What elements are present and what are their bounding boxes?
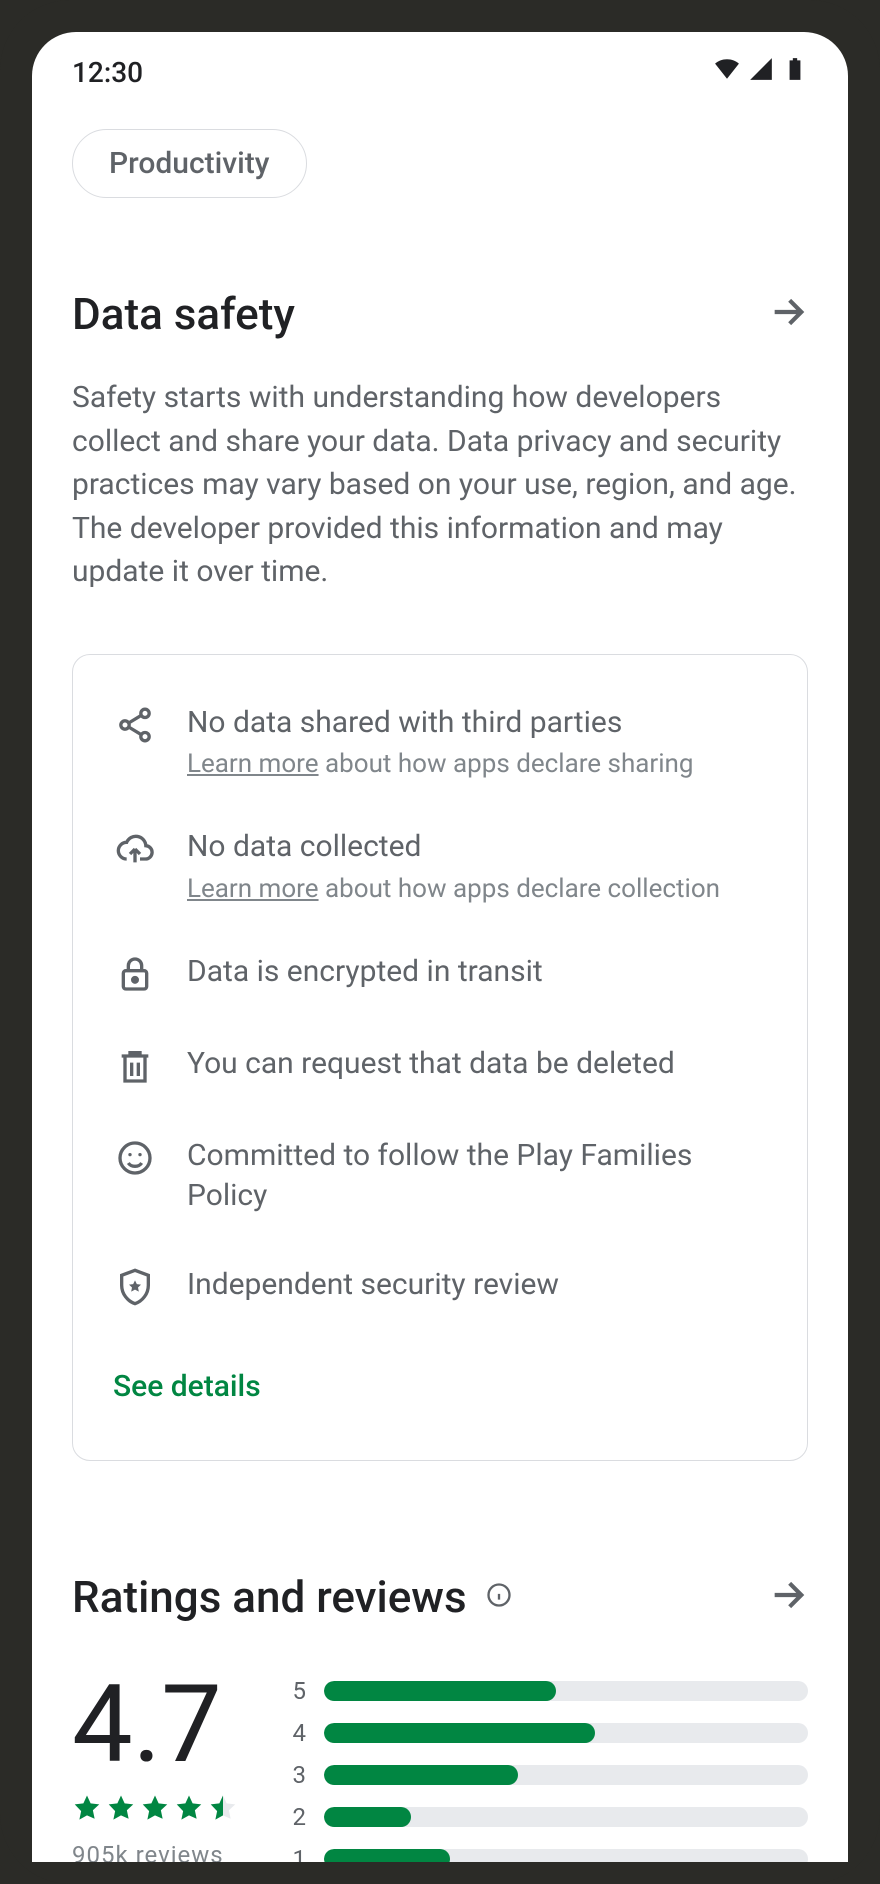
battery-icon bbox=[782, 56, 808, 89]
rating-bar-2: 2 bbox=[286, 1803, 808, 1831]
safety-item-title: You can request that data be deleted bbox=[187, 1044, 767, 1085]
bar-track bbox=[324, 1849, 808, 1863]
safety-item-sharing: No data shared with third parties Learn … bbox=[113, 703, 767, 780]
bar-track bbox=[324, 1807, 808, 1827]
ratings-score-block: 4.7 905k reviews bbox=[72, 1671, 238, 1863]
safety-item-delete: You can request that data be deleted bbox=[113, 1044, 767, 1088]
safety-item-title: No data collected bbox=[187, 827, 767, 868]
lock-icon bbox=[113, 952, 157, 996]
star-icon bbox=[106, 1793, 136, 1827]
bar-fill bbox=[324, 1765, 518, 1785]
ratings-score: 4.7 bbox=[72, 1671, 238, 1779]
signal-icon bbox=[748, 56, 774, 89]
bar-track bbox=[324, 1681, 808, 1701]
data-safety-body: Safety starts with understanding how dev… bbox=[72, 376, 808, 594]
wifi-icon bbox=[714, 56, 740, 89]
safety-item-title: Data is encrypted in transit bbox=[187, 952, 767, 993]
rating-bar-3: 3 bbox=[286, 1761, 808, 1789]
bar-fill bbox=[324, 1807, 411, 1827]
ratings-stars bbox=[72, 1793, 238, 1827]
safety-item-title: Committed to follow the Play Families Po… bbox=[187, 1136, 767, 1217]
shield-star-icon bbox=[113, 1265, 157, 1309]
see-details-link[interactable]: See details bbox=[113, 1369, 767, 1404]
face-icon bbox=[113, 1136, 157, 1180]
star-icon bbox=[174, 1793, 204, 1827]
safety-item-title: No data shared with third parties bbox=[187, 703, 767, 744]
ratings-header[interactable]: Ratings and reviews bbox=[72, 1571, 808, 1623]
bar-fill bbox=[324, 1681, 556, 1701]
ratings-body: 4.7 905k reviews 5 bbox=[72, 1671, 808, 1863]
bar-fill bbox=[324, 1723, 595, 1743]
bar-label: 3 bbox=[286, 1761, 306, 1789]
rating-bar-4: 4 bbox=[286, 1719, 808, 1747]
cloud-upload-icon bbox=[113, 827, 157, 871]
safety-item-subtitle: Learn more about how apps declare sharin… bbox=[187, 749, 767, 779]
info-icon[interactable] bbox=[485, 1581, 513, 1613]
rating-bar-1: 1 bbox=[286, 1845, 808, 1863]
ratings-title: Ratings and reviews bbox=[72, 1571, 467, 1623]
arrow-right-icon bbox=[768, 1575, 808, 1619]
bar-label: 2 bbox=[286, 1803, 306, 1831]
rating-bar-5: 5 bbox=[286, 1677, 808, 1705]
safety-item-families: Committed to follow the Play Families Po… bbox=[113, 1136, 767, 1217]
safety-item-encryption: Data is encrypted in transit bbox=[113, 952, 767, 996]
reviews-count: 905k reviews bbox=[72, 1841, 238, 1863]
safety-item-collection: No data collected Learn more about how a… bbox=[113, 827, 767, 904]
share-icon bbox=[113, 703, 157, 747]
trash-icon bbox=[113, 1044, 157, 1088]
productivity-chip[interactable]: Productivity bbox=[72, 129, 307, 198]
status-bar: 12:30 bbox=[32, 32, 848, 97]
status-icons bbox=[714, 56, 808, 89]
arrow-right-icon bbox=[768, 292, 808, 336]
learn-more-link[interactable]: Learn more bbox=[187, 749, 319, 779]
bar-fill bbox=[324, 1849, 450, 1863]
bar-label: 1 bbox=[286, 1845, 306, 1863]
star-icon bbox=[72, 1793, 102, 1827]
learn-more-link[interactable]: Learn more bbox=[187, 874, 319, 904]
bar-track bbox=[324, 1723, 808, 1743]
ratings-bars: 5 4 3 2 1 bbox=[286, 1671, 808, 1863]
safety-item-title: Independent security review bbox=[187, 1265, 767, 1306]
data-safety-title: Data safety bbox=[72, 288, 295, 340]
star-icon bbox=[140, 1793, 170, 1827]
safety-item-security-review: Independent security review bbox=[113, 1265, 767, 1309]
data-safety-header[interactable]: Data safety bbox=[72, 288, 808, 340]
bar-label: 4 bbox=[286, 1719, 306, 1747]
data-safety-card: No data shared with third parties Learn … bbox=[72, 654, 808, 1461]
bar-label: 5 bbox=[286, 1677, 306, 1705]
star-half-icon bbox=[208, 1793, 238, 1827]
safety-item-subtitle: Learn more about how apps declare collec… bbox=[187, 874, 767, 904]
status-time: 12:30 bbox=[72, 56, 143, 89]
bar-track bbox=[324, 1765, 808, 1785]
